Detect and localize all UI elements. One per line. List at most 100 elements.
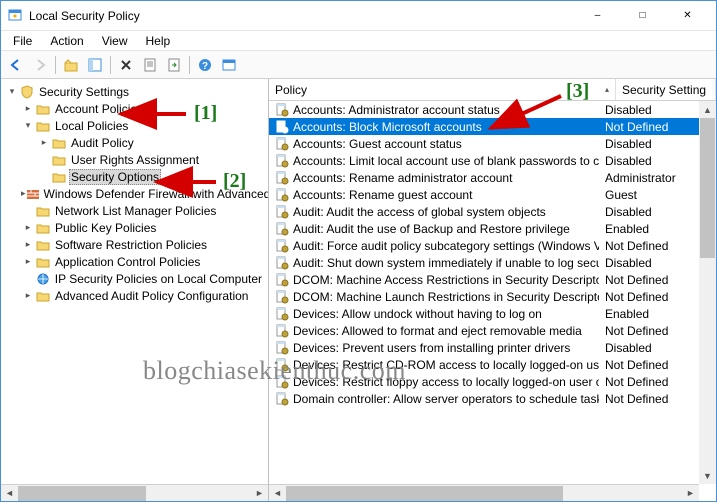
policy-row[interactable]: DCOM: Machine Launch Restrictions in Sec… (269, 288, 699, 305)
app-icon (7, 8, 23, 24)
refresh-icon[interactable] (218, 54, 240, 76)
policy-setting: Disabled (599, 205, 699, 219)
policy-setting: Not Defined (599, 358, 699, 372)
back-button[interactable] (5, 54, 27, 76)
menu-action[interactable]: Action (42, 32, 91, 50)
tree-root-label: Security Settings (37, 85, 131, 99)
policy-row[interactable]: Audit: Audit the use of Backup and Resto… (269, 220, 699, 237)
policy-item-icon (275, 222, 289, 236)
tree-item[interactable]: ▸IP Security Policies on Local Computer (5, 270, 268, 287)
policy-row[interactable]: Devices: Restrict CD-ROM access to local… (269, 356, 699, 373)
policy-row[interactable]: Accounts: Administrator account statusDi… (269, 101, 699, 118)
policy-row[interactable]: Accounts: Block Microsoft accountsNot De… (269, 118, 699, 135)
scroll-right-icon[interactable]: ► (251, 485, 268, 502)
tree-item[interactable]: ▸Network List Manager Policies (5, 202, 268, 219)
tree-h-scrollbar[interactable]: ◄ ► (1, 484, 268, 501)
policy-name: Domain controller: Allow server operator… (293, 392, 599, 406)
menu-view[interactable]: View (94, 32, 136, 50)
policy-name: Audit: Audit the use of Backup and Resto… (293, 222, 570, 236)
policy-row[interactable]: Audit: Audit the access of global system… (269, 203, 699, 220)
policy-list[interactable]: Accounts: Administrator account statusDi… (269, 101, 699, 484)
properties-icon[interactable] (139, 54, 161, 76)
close-button[interactable]: ✕ (665, 2, 710, 30)
policy-item-icon (275, 324, 289, 338)
chevron-right-icon[interactable]: ▸ (21, 103, 35, 114)
tree-item[interactable]: ▸Application Control Policies (5, 253, 268, 270)
folder-icon (51, 153, 67, 167)
tree-item[interactable]: ▸Public Key Policies (5, 219, 268, 236)
column-policy[interactable]: Policy ▴ (269, 79, 616, 100)
policy-name: Accounts: Rename guest account (293, 188, 472, 202)
policy-row[interactable]: Accounts: Rename guest account Guest (269, 186, 699, 203)
shield-icon (19, 85, 35, 99)
policy-row[interactable]: DCOM: Machine Access Restrictions in Sec… (269, 271, 699, 288)
chevron-right-icon[interactable]: ▸ (21, 239, 35, 250)
scroll-left-icon[interactable]: ◄ (1, 485, 18, 502)
column-security-setting[interactable]: Security Setting (616, 79, 716, 100)
tree-item[interactable]: ▸Advanced Audit Policy Configuration (5, 287, 268, 304)
scroll-down-icon[interactable]: ▼ (699, 467, 716, 484)
policy-row[interactable]: Devices: Allow undock without having to … (269, 305, 699, 322)
policy-item-icon (275, 137, 289, 151)
scroll-up-icon[interactable]: ▲ (699, 101, 716, 118)
up-icon[interactable] (60, 54, 82, 76)
policy-row[interactable]: Devices: Prevent users from installing p… (269, 339, 699, 356)
folder-icon (35, 289, 51, 303)
help-icon[interactable]: ? (194, 54, 216, 76)
chevron-right-icon[interactable]: ▸ (21, 256, 35, 267)
list-v-scrollbar[interactable]: ▲ ▼ (699, 101, 716, 484)
forward-button[interactable] (29, 54, 51, 76)
chevron-right-icon[interactable]: ▸ (21, 222, 35, 233)
chevron-down-icon[interactable]: ▾ (5, 86, 19, 97)
folder-icon (35, 102, 51, 116)
policy-name: Devices: Restrict floppy access to local… (293, 375, 599, 389)
policy-row[interactable]: Devices: Allowed to format and eject rem… (269, 322, 699, 339)
tree-root[interactable]: ▾ Security Settings (5, 83, 268, 100)
policy-setting: Guest (599, 188, 699, 202)
policy-row[interactable]: Accounts: Rename administrator accountAd… (269, 169, 699, 186)
tree-item[interactable]: ▸Windows Defender Firewall with Advanced… (5, 185, 268, 202)
ipsec-icon (35, 272, 51, 286)
tree-item[interactable]: ▸Account Policies (5, 100, 268, 117)
policy-setting: Disabled (599, 341, 699, 355)
list-h-scrollbar[interactable]: ◄ ► (269, 484, 699, 501)
tree-item[interactable]: ▸User Rights Assignment (5, 151, 268, 168)
show-hide-tree-icon[interactable] (84, 54, 106, 76)
tree-item-label: Security Options (69, 169, 161, 185)
policy-item-icon (275, 392, 289, 406)
policy-row[interactable]: Devices: Restrict floppy access to local… (269, 373, 699, 390)
delete-icon[interactable] (115, 54, 137, 76)
chevron-down-icon[interactable]: ▾ (21, 120, 35, 131)
tree-item-label: Local Policies (53, 119, 130, 133)
scroll-right-icon[interactable]: ► (682, 485, 699, 502)
policy-setting: Not Defined (599, 239, 699, 253)
policy-name: Audit: Audit the access of global system… (293, 205, 546, 219)
tree-item[interactable]: ▸Audit Policy (5, 134, 268, 151)
minimize-button[interactable]: ‒ (575, 2, 620, 30)
tree-item[interactable]: ▸ Software Restriction Policies (5, 236, 268, 253)
tree-item[interactable]: ▸Security Options (5, 168, 268, 185)
chevron-right-icon[interactable]: ▸ (21, 290, 35, 301)
policy-row[interactable]: Audit: Force audit policy subcategory se… (269, 237, 699, 254)
tree-item-label: Software Restriction Policies (53, 238, 209, 252)
chevron-right-icon[interactable]: ▸ (37, 137, 51, 148)
policy-row[interactable]: Domain controller: Allow server operator… (269, 390, 699, 407)
policy-item-icon (275, 103, 289, 117)
policy-row[interactable]: Accounts: Guest account statusDisabled (269, 135, 699, 152)
maximize-button[interactable]: □ (620, 2, 665, 30)
policy-setting: Disabled (599, 154, 699, 168)
policy-item-icon (275, 273, 289, 287)
export-icon[interactable] (163, 54, 185, 76)
policy-name: Accounts: Block Microsoft accounts (293, 120, 482, 134)
content-panes: ▾ Security Settings ▸Account Policies ▾ Lo… (1, 79, 716, 501)
policy-name: Devices: Allowed to format and eject rem… (293, 324, 582, 338)
policy-row[interactable]: Accounts: Limit local account use of bla… (269, 152, 699, 169)
policy-setting: Not Defined (599, 324, 699, 338)
menu-file[interactable]: File (5, 32, 40, 50)
tree-item[interactable]: ▾ Local Policies (5, 117, 268, 134)
folder-icon (35, 238, 51, 252)
policy-tree[interactable]: ▾ Security Settings ▸Account Policies ▾ Lo… (1, 79, 268, 308)
policy-row[interactable]: Audit: Shut down system immediately if u… (269, 254, 699, 271)
scroll-left-icon[interactable]: ◄ (269, 485, 286, 502)
menu-help[interactable]: Help (138, 32, 179, 50)
